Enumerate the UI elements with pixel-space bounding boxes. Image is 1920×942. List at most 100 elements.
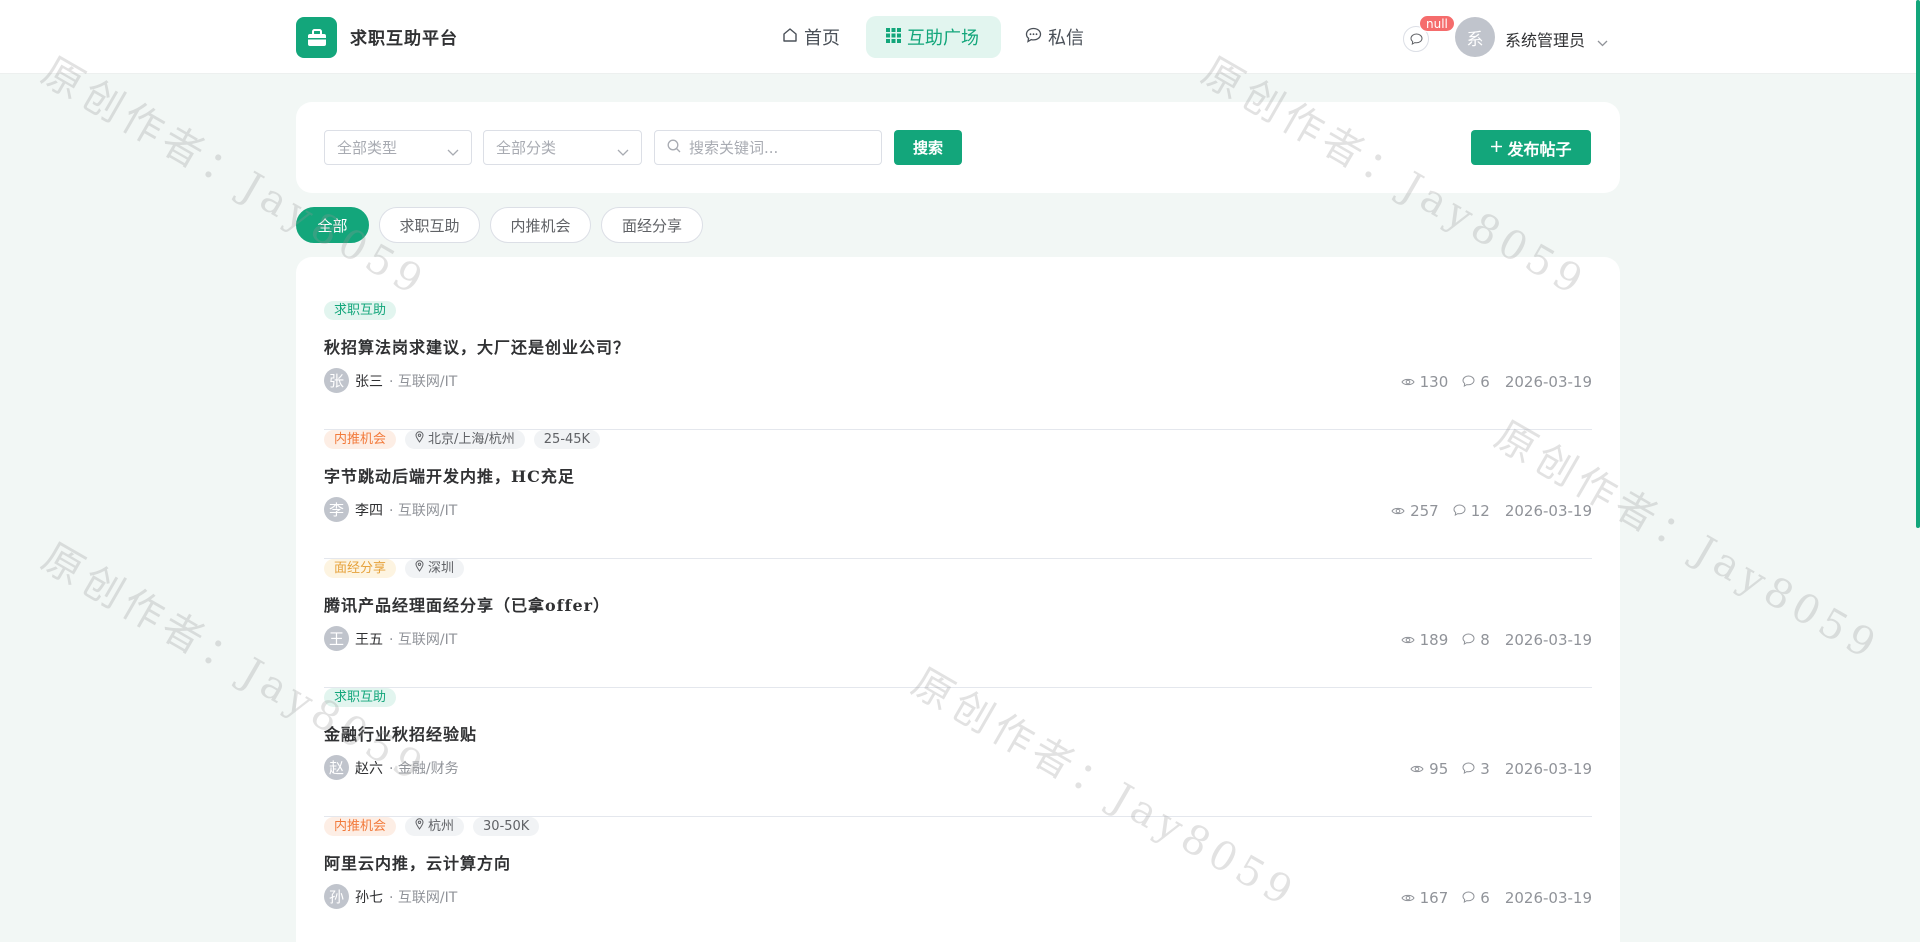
avatar[interactable]: 系 (1455, 17, 1495, 57)
nav-home-label: 首页 (804, 28, 840, 49)
post-author: 孙 孙七 · 互联网/IT (324, 884, 457, 909)
eye-icon (1401, 631, 1415, 649)
category-tag: 求职互助 (324, 301, 397, 320)
chevron-down-icon[interactable] (1597, 32, 1608, 51)
view-count: 189 (1419, 631, 1449, 649)
author-name[interactable]: 张三 (355, 371, 383, 391)
post-stats: 257 12 2026-03-19 (1391, 502, 1592, 520)
post-item[interactable]: 内推机会 北京/上海/杭州 25-45K 字节跳动后端开发内推，HC充足 李 李… (324, 430, 1592, 559)
filter-chip-referral[interactable]: 内推机会 (490, 207, 591, 243)
salary-tag: 25-45K (533, 430, 601, 449)
grid-icon (886, 27, 901, 48)
post-title[interactable]: 腾讯产品经理面经分享（已拿offer） (324, 592, 610, 616)
location-tag: 北京/上海/杭州 (405, 430, 525, 449)
filter-chip-interview[interactable]: 面经分享 (601, 207, 703, 243)
filter-chip-all[interactable]: 全部 (296, 207, 369, 243)
comment-icon (1462, 631, 1475, 649)
location-tag: 杭州 (405, 817, 465, 836)
post-tags: 内推机会 杭州 30-50K (324, 817, 540, 836)
location-pin-icon (415, 430, 424, 449)
filter-chip-job-help[interactable]: 求职互助 (379, 207, 480, 243)
location-pin-icon (415, 559, 424, 578)
location-pin-icon (415, 817, 424, 836)
post-item[interactable]: 面经分享 深圳 腾讯产品经理面经分享（已拿offer） 王 王五 · 互联网/I… (324, 559, 1592, 688)
post-title[interactable]: 金融行业秋招经验贴 (324, 721, 477, 745)
post-stats: 167 6 2026-03-19 (1401, 889, 1592, 907)
post-stats: 189 8 2026-03-19 (1401, 631, 1592, 649)
comment-count: 8 (1480, 631, 1490, 649)
nav-messages[interactable]: 私信 (1005, 16, 1104, 58)
comment-count: 12 (1470, 502, 1490, 520)
location-text: 北京/上海/杭州 (428, 432, 515, 447)
view-count: 95 (1429, 760, 1449, 778)
comment-icon (1462, 889, 1475, 907)
eye-icon (1391, 502, 1405, 520)
view-count: 167 (1419, 889, 1449, 907)
author-industry: · 互联网/IT (389, 502, 458, 519)
chevron-down-icon (617, 143, 629, 161)
avatar[interactable]: 李 (324, 497, 349, 522)
eye-icon (1410, 760, 1424, 778)
post-date: 2026-03-19 (1504, 889, 1592, 907)
avatar[interactable]: 赵 (324, 755, 349, 780)
eye-icon (1401, 889, 1415, 907)
plus-icon (1490, 138, 1503, 157)
author-name[interactable]: 赵六 (355, 758, 383, 778)
publish-post-button[interactable]: 发布帖子 (1471, 130, 1591, 165)
category-select-value: 全部分类 (496, 139, 557, 157)
post-tags: 面经分享 深圳 (324, 559, 465, 578)
post-author: 赵 赵六 · 金融/财务 (324, 755, 459, 780)
search-input[interactable] (689, 138, 869, 157)
author-industry: · 互联网/IT (389, 631, 458, 648)
avatar[interactable]: 孙 (324, 884, 349, 909)
brand-name[interactable]: 求职互助平台 (350, 24, 458, 49)
post-date: 2026-03-19 (1504, 631, 1592, 649)
filter-bar: 全部类型 全部分类 搜索 发布帖子 (296, 102, 1620, 193)
view-count: 130 (1419, 373, 1449, 391)
nav-home[interactable]: 首页 (762, 16, 860, 58)
chat-bubble-icon (1025, 27, 1042, 48)
post-item[interactable]: 求职互助 秋招算法岗求建议，大厂还是创业公司？ 张 张三 · 互联网/IT 13… (324, 301, 1592, 430)
briefcase-icon[interactable] (296, 17, 337, 58)
search-field[interactable] (654, 130, 882, 165)
nav-messages-label: 私信 (1048, 28, 1084, 49)
category-select[interactable]: 全部分类 (483, 130, 642, 165)
post-stats: 95 3 2026-03-19 (1410, 760, 1592, 778)
post-title[interactable]: 字节跳动后端开发内推，HC充足 (324, 463, 575, 487)
home-icon (782, 27, 798, 48)
view-count: 257 (1410, 502, 1439, 520)
author-name[interactable]: 孙七 (355, 887, 383, 907)
user-name[interactable]: 系统管理员 (1505, 27, 1585, 51)
post-item[interactable]: 内推机会 杭州 30-50K 阿里云内推，云计算方向 孙 孙七 · 互联网/IT… (324, 817, 1592, 942)
chevron-down-icon (447, 143, 459, 161)
type-select-value: 全部类型 (337, 139, 398, 157)
post-stats: 130 6 2026-03-19 (1401, 373, 1592, 391)
search-button[interactable]: 搜索 (894, 130, 962, 165)
notification-badge: null (1419, 15, 1455, 32)
post-item[interactable]: 求职互助 金融行业秋招经验贴 赵 赵六 · 金融/财务 95 3 2026-03… (324, 688, 1592, 817)
scrollbar-thumb[interactable] (1916, 0, 1920, 528)
post-title[interactable]: 阿里云内推，云计算方向 (324, 850, 511, 874)
post-title[interactable]: 秋招算法岗求建议，大厂还是创业公司？ (324, 334, 630, 358)
nav-help-square[interactable]: 互助广场 (866, 16, 1001, 58)
type-select[interactable]: 全部类型 (324, 130, 472, 165)
post-tags: 求职互助 (324, 301, 397, 320)
nav-help-square-label: 互助广场 (907, 28, 979, 49)
eye-icon (1401, 373, 1415, 391)
author-name[interactable]: 王五 (355, 629, 383, 649)
author-name[interactable]: 李四 (355, 500, 383, 520)
post-date: 2026-03-19 (1504, 502, 1592, 520)
comment-icon (1462, 373, 1475, 391)
location-text: 深圳 (428, 561, 455, 576)
comment-count: 6 (1480, 889, 1490, 907)
category-tag: 内推机会 (324, 430, 397, 449)
post-date: 2026-03-19 (1504, 760, 1592, 778)
top-navbar: 求职互助平台 首页 互助广场 私信 null 系 系统管理员 (0, 0, 1920, 74)
post-author: 张 张三 · 互联网/IT (324, 368, 457, 393)
avatar[interactable]: 王 (324, 626, 349, 651)
post-tags: 内推机会 北京/上海/杭州 25-45K (324, 430, 601, 449)
comment-count: 6 (1480, 373, 1490, 391)
avatar[interactable]: 张 (324, 368, 349, 393)
author-industry: · 金融/财务 (389, 760, 459, 777)
post-author: 王 王五 · 互联网/IT (324, 626, 457, 651)
